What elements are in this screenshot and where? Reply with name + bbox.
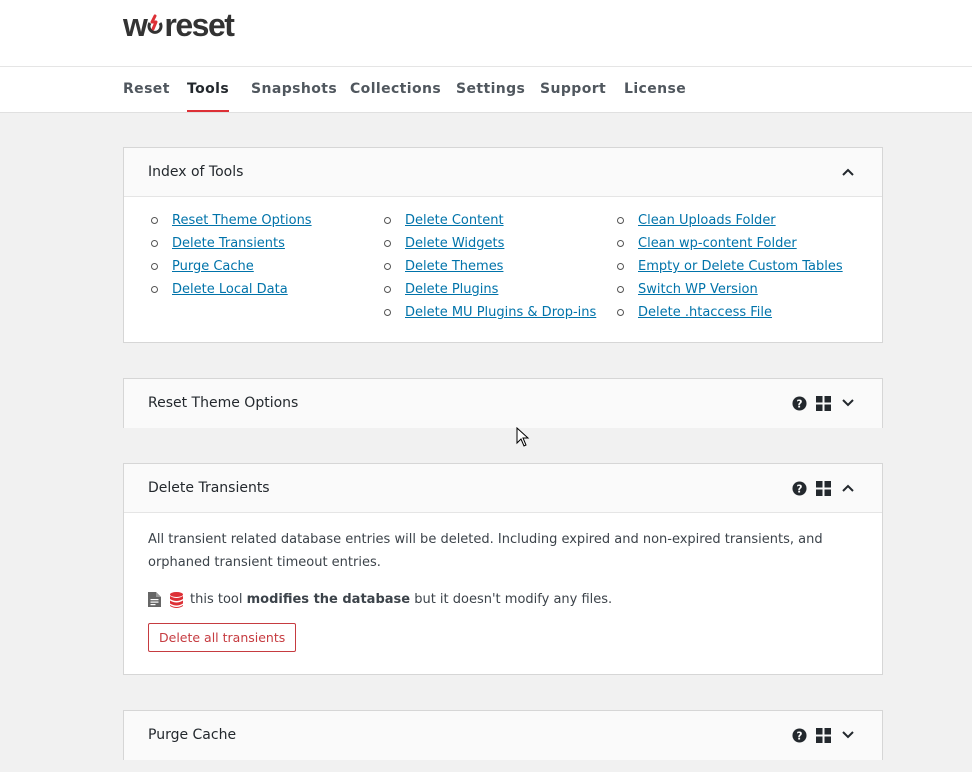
list-item: Clean Uploads Folder (614, 209, 843, 232)
list-item: Delete Plugins (381, 278, 596, 301)
link-delete-content[interactable]: Delete Content (405, 213, 504, 228)
list-item: Reset Theme Options (148, 209, 312, 232)
impact-suffix: but it doesn't modify any files. (410, 592, 613, 607)
link-delete-themes[interactable]: Delete Themes (405, 259, 503, 274)
purge-cache-card-title: Purge Cache (148, 727, 237, 743)
delete-transients-card-header[interactable]: Delete Transients ? (124, 464, 882, 513)
wpreset-logo[interactable]: w reset (123, 7, 235, 43)
chevron-down-icon[interactable] (840, 395, 856, 411)
tab-snapshots[interactable]: Snapshots (251, 67, 337, 112)
reset-theme-options-card: Reset Theme Options ? (123, 378, 883, 428)
impact-bold: modifies the database (246, 592, 411, 607)
file-icon (148, 592, 161, 607)
list-item: Switch WP Version (614, 278, 843, 301)
database-icon (170, 591, 183, 608)
link-switch-wp-version[interactable]: Switch WP Version (638, 282, 758, 297)
reset-theme-card-header[interactable]: Reset Theme Options ? (124, 379, 882, 428)
tab-support[interactable]: Support (540, 67, 606, 112)
link-reset-theme-options[interactable]: Reset Theme Options (172, 213, 312, 228)
tab-tools[interactable]: Tools (187, 67, 230, 112)
impact-prefix: this tool (190, 592, 247, 607)
grid-icon[interactable] (816, 727, 831, 743)
list-item: Delete Widgets (381, 232, 596, 255)
purge-cache-card: Purge Cache ? (123, 710, 883, 760)
list-item: Delete .htaccess File (614, 301, 843, 324)
link-purge-cache[interactable]: Purge Cache (172, 259, 254, 274)
svg-text:?: ? (797, 398, 803, 410)
list-item: Delete Transients (148, 232, 312, 255)
link-delete-local-data[interactable]: Delete Local Data (172, 282, 288, 297)
chevron-down-icon[interactable] (840, 727, 856, 743)
index-card-body: Reset Theme Options Delete Transients Pu… (124, 197, 882, 342)
tab-reset[interactable]: Reset (123, 67, 170, 112)
index-of-tools-card: Index of Tools Reset Theme Options Delet… (123, 147, 883, 343)
link-clean-wp-content-folder[interactable]: Clean wp-content Folder (638, 236, 797, 251)
link-clean-uploads-folder[interactable]: Clean Uploads Folder (638, 213, 776, 228)
link-delete-plugins[interactable]: Delete Plugins (405, 282, 498, 297)
grid-icon[interactable] (816, 395, 831, 411)
svg-text:?: ? (797, 730, 803, 742)
tool-impact-info: this tool modifies the database but it d… (148, 588, 858, 611)
chevron-up-icon[interactable] (840, 164, 856, 180)
list-item: Empty or Delete Custom Tables (614, 255, 843, 278)
help-icon[interactable]: ? (792, 395, 807, 411)
index-column-1: Reset Theme Options Delete Transients Pu… (148, 209, 312, 301)
grid-icon[interactable] (816, 480, 831, 496)
help-icon[interactable]: ? (792, 727, 807, 743)
index-column-3: Clean Uploads Folder Clean wp-content Fo… (614, 209, 843, 324)
help-icon[interactable]: ? (792, 480, 807, 496)
list-item: Delete Content (381, 209, 596, 232)
list-item: Delete Local Data (148, 278, 312, 301)
link-delete-widgets[interactable]: Delete Widgets (405, 236, 504, 251)
delete-transients-card-title: Delete Transients (148, 480, 270, 496)
impact-text: this tool modifies the database but it d… (190, 588, 612, 611)
chevron-up-icon[interactable] (840, 480, 856, 496)
list-item: Delete MU Plugins & Drop-ins (381, 301, 596, 324)
main-nav: Reset Tools Snapshots Collections Settin… (0, 66, 972, 113)
index-card-title: Index of Tools (148, 164, 244, 180)
tool-description: All transient related database entries w… (148, 532, 823, 570)
link-delete-mu-plugins[interactable]: Delete MU Plugins & Drop-ins (405, 305, 596, 320)
logo-text-left: w (123, 7, 148, 43)
list-item: Clean wp-content Folder (614, 232, 843, 255)
app-header: w reset (0, 0, 972, 66)
logo-power-icon (146, 7, 164, 43)
mouse-cursor-icon (516, 426, 530, 451)
logo-text-right: reset (164, 7, 235, 43)
delete-transients-card-body: All transient related database entries w… (124, 513, 882, 672)
index-card-header[interactable]: Index of Tools (124, 148, 882, 197)
link-delete-transients[interactable]: Delete Transients (172, 236, 285, 251)
purge-cache-card-header[interactable]: Purge Cache ? (124, 711, 882, 760)
delete-all-transients-button[interactable]: Delete all transients (148, 623, 297, 652)
index-column-2: Delete Content Delete Widgets Delete The… (381, 209, 596, 324)
svg-text:?: ? (797, 483, 803, 495)
tab-license[interactable]: License (624, 67, 686, 112)
reset-theme-card-title: Reset Theme Options (148, 395, 299, 411)
link-empty-delete-custom-tables[interactable]: Empty or Delete Custom Tables (638, 259, 843, 274)
tab-settings[interactable]: Settings (456, 67, 525, 112)
tab-collections[interactable]: Collections (350, 67, 441, 112)
list-item: Delete Themes (381, 255, 596, 278)
list-item: Purge Cache (148, 255, 312, 278)
delete-transients-card: Delete Transients ? All transient relate… (123, 463, 883, 675)
link-delete-htaccess-file[interactable]: Delete .htaccess File (638, 305, 772, 320)
